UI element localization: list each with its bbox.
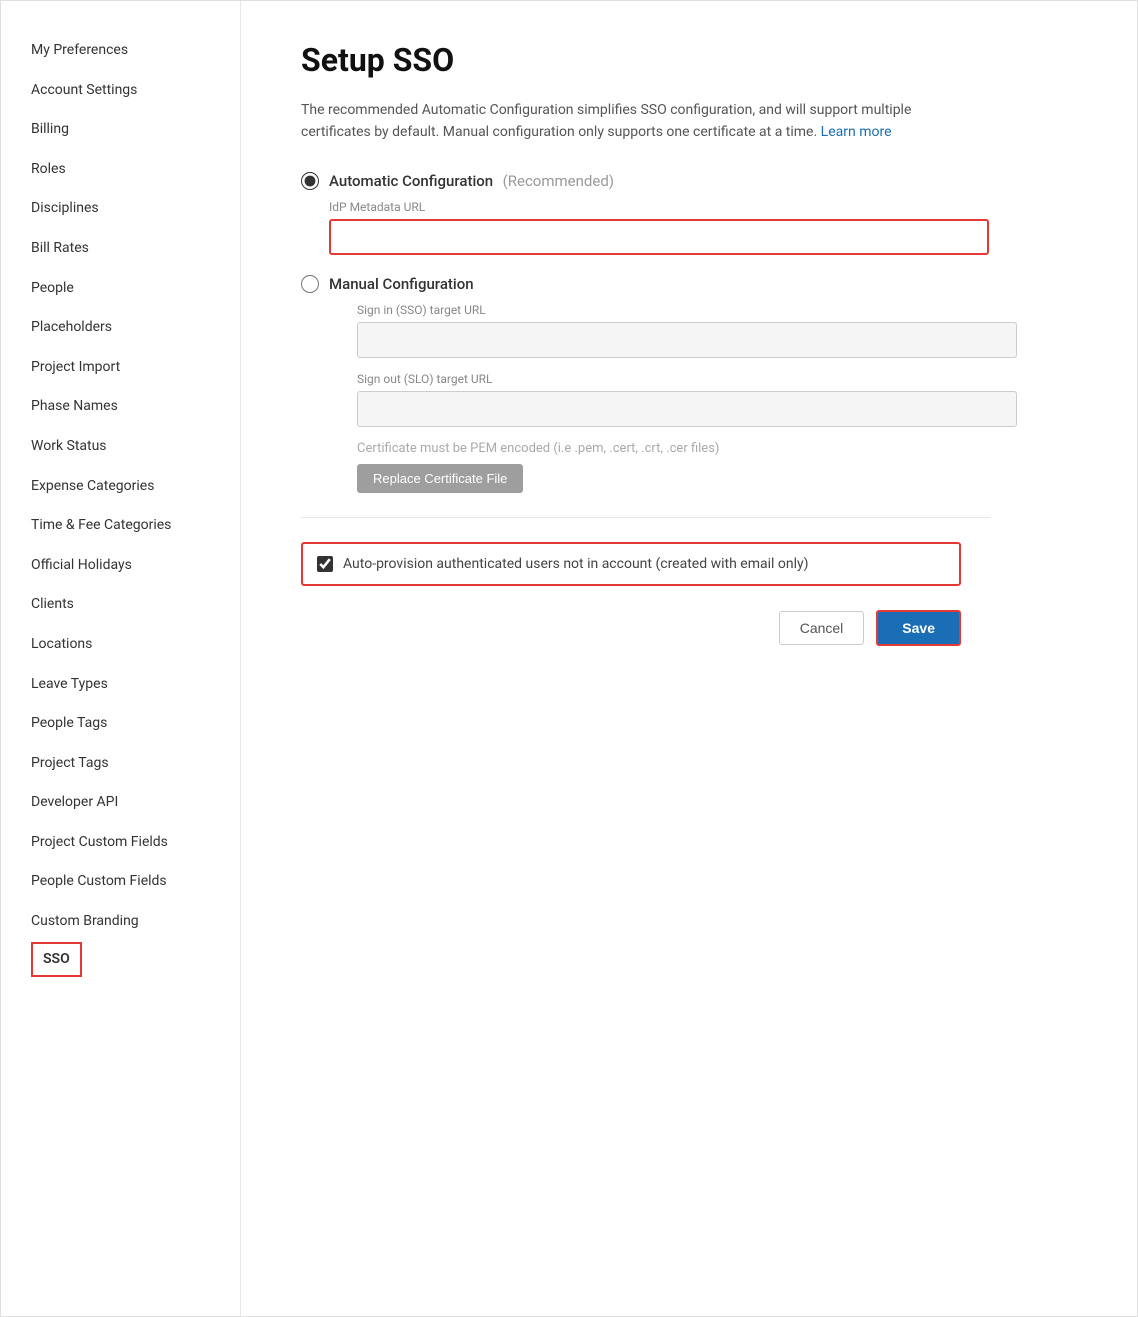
sidebar-item-placeholders[interactable]: Placeholders xyxy=(31,308,240,348)
auto-provision-checkbox[interactable] xyxy=(317,556,333,572)
sidebar-item-developer-api[interactable]: Developer API xyxy=(31,783,240,823)
idp-metadata-url-input[interactable] xyxy=(329,219,989,255)
sidebar-item-my-preferences[interactable]: My Preferences xyxy=(31,31,240,71)
page-description: The recommended Automatic Configuration … xyxy=(301,99,981,144)
manual-config-radio-row: Manual Configuration xyxy=(301,275,1077,293)
manual-config-radio[interactable] xyxy=(301,275,319,293)
sidebar-item-phase-names[interactable]: Phase Names xyxy=(31,387,240,427)
sidebar-item-leave-types[interactable]: Leave Types xyxy=(31,665,240,705)
idp-field-group: IdP Metadata URL xyxy=(329,200,1077,255)
automatic-config-radio-row: Automatic Configuration (Recommended) xyxy=(301,172,1077,190)
sidebar-item-project-import[interactable]: Project Import xyxy=(31,348,240,388)
action-buttons: Cancel Save xyxy=(301,610,961,646)
page-title: Setup SSO xyxy=(301,41,1077,79)
automatic-config-section: Automatic Configuration (Recommended) Id… xyxy=(301,172,1077,255)
sidebar-item-people[interactable]: People xyxy=(31,269,240,309)
sidebar-item-official-holidays[interactable]: Official Holidays xyxy=(31,546,240,586)
sidebar-item-roles[interactable]: Roles xyxy=(31,150,240,190)
sidebar-item-expense-categories[interactable]: Expense Categories xyxy=(31,467,240,507)
sidebar: My PreferencesAccount SettingsBillingRol… xyxy=(1,1,241,1316)
automatic-config-label[interactable]: Automatic Configuration (Recommended) xyxy=(329,172,614,190)
manual-config-label[interactable]: Manual Configuration xyxy=(329,275,474,293)
manual-config-section: Manual Configuration Sign in (SSO) targe… xyxy=(301,275,1077,493)
divider xyxy=(301,517,991,518)
sidebar-item-sso[interactable]: SSO xyxy=(31,942,82,978)
sidebar-item-bill-rates[interactable]: Bill Rates xyxy=(31,229,240,269)
signout-url-input xyxy=(357,391,1017,427)
sidebar-item-locations[interactable]: Locations xyxy=(31,625,240,665)
sidebar-item-disciplines[interactable]: Disciplines xyxy=(31,189,240,229)
sidebar-item-billing[interactable]: Billing xyxy=(31,110,240,150)
signout-label: Sign out (SLO) target URL xyxy=(357,372,1077,386)
automatic-config-radio[interactable] xyxy=(301,172,319,190)
auto-provision-row: Auto-provision authenticated users not i… xyxy=(301,542,961,586)
idp-label: IdP Metadata URL xyxy=(329,200,1077,214)
cert-placeholder-text: Certificate must be PEM encoded (i.e .pe… xyxy=(357,441,1077,456)
sidebar-item-clients[interactable]: Clients xyxy=(31,585,240,625)
main-content: Setup SSO The recommended Automatic Conf… xyxy=(241,1,1137,1316)
signin-field-group: Sign in (SSO) target URL xyxy=(357,303,1077,358)
sidebar-item-people-tags[interactable]: People Tags xyxy=(31,704,240,744)
cert-field-group: Certificate must be PEM encoded (i.e .pe… xyxy=(357,441,1077,493)
manual-config-fields: Sign in (SSO) target URL Sign out (SLO) … xyxy=(329,303,1077,493)
signin-url-input xyxy=(357,322,1017,358)
sidebar-item-project-tags[interactable]: Project Tags xyxy=(31,744,240,784)
sidebar-item-account-settings[interactable]: Account Settings xyxy=(31,71,240,111)
replace-cert-button[interactable]: Replace Certificate File xyxy=(357,464,523,493)
save-button[interactable]: Save xyxy=(876,610,961,646)
signout-field-group: Sign out (SLO) target URL xyxy=(357,372,1077,427)
sidebar-item-work-status[interactable]: Work Status xyxy=(31,427,240,467)
sidebar-item-custom-branding[interactable]: Custom Branding xyxy=(31,902,240,942)
sidebar-item-project-custom-fields[interactable]: Project Custom Fields xyxy=(31,823,240,863)
signin-label: Sign in (SSO) target URL xyxy=(357,303,1077,317)
auto-provision-label[interactable]: Auto-provision authenticated users not i… xyxy=(343,556,809,572)
sidebar-item-time-fee-categories[interactable]: Time & Fee Categories xyxy=(31,506,240,546)
cancel-button[interactable]: Cancel xyxy=(779,611,865,645)
sidebar-item-people-custom-fields[interactable]: People Custom Fields xyxy=(31,862,240,902)
learn-more-link[interactable]: Learn more xyxy=(821,124,892,140)
